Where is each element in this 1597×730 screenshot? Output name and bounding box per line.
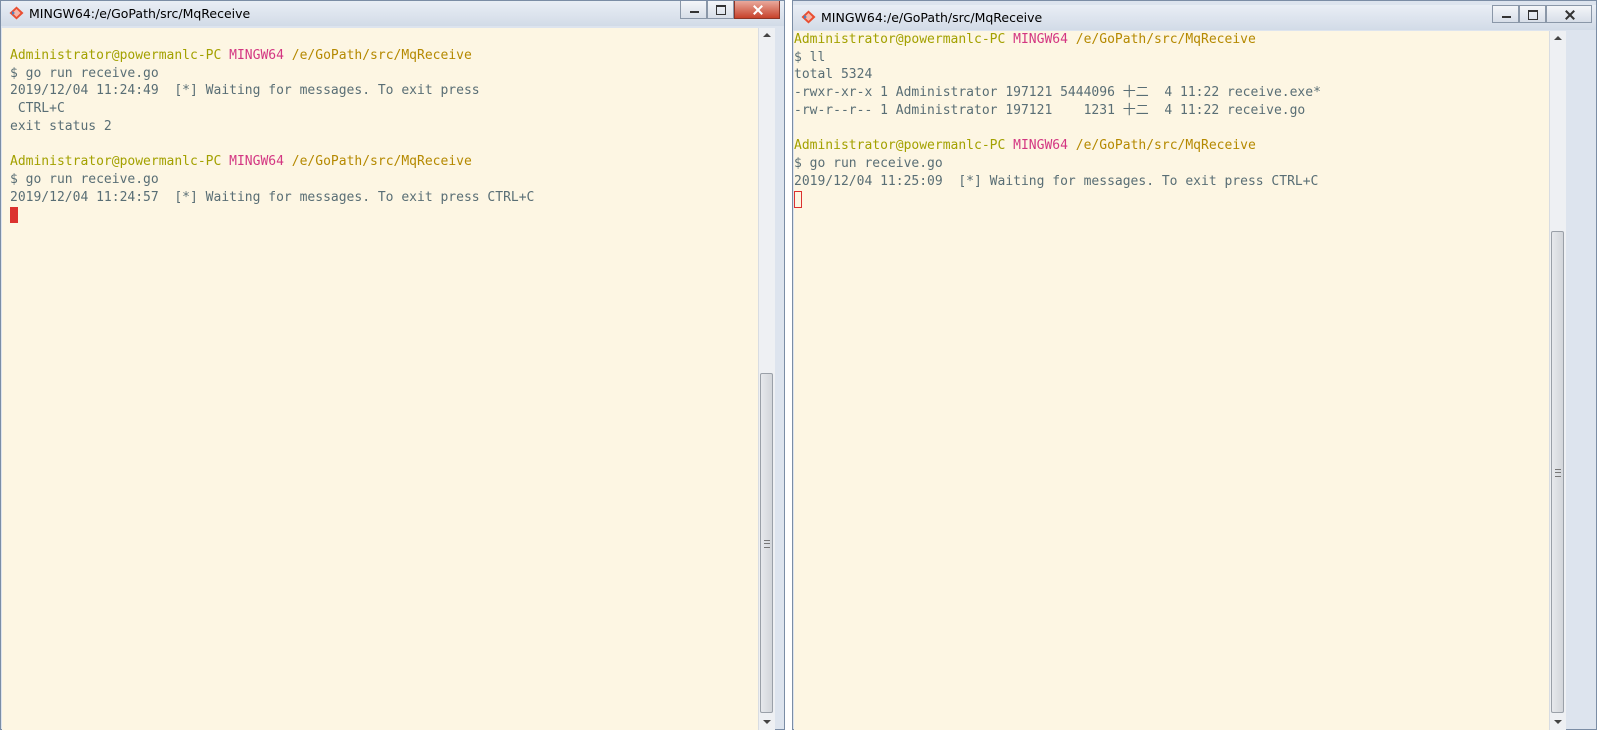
maximize-icon — [708, 1, 733, 18]
output-line: -rwxr-xr-x 1 Administrator 197121 544409… — [794, 85, 1321, 101]
output-line: 2019/12/04 11:24:49 [*] Waiting for mess… — [10, 83, 480, 99]
scroll-down-arrow-icon[interactable] — [759, 714, 775, 730]
command-line: $ go run receive.go — [10, 65, 159, 81]
vertical-scrollbar[interactable] — [1549, 31, 1566, 730]
scroll-up-arrow-icon[interactable] — [759, 28, 775, 44]
maximize-button[interactable] — [1519, 5, 1546, 23]
close-button[interactable] — [734, 1, 780, 19]
prompt-path: /e/GoPath/src/MqReceive — [1075, 32, 1256, 47]
scroll-thumb[interactable] — [1551, 231, 1564, 713]
window-controls — [680, 1, 780, 21]
grip-icon — [1555, 469, 1561, 477]
terminal-window-left[interactable]: MINGW64:/e/GoPath/src/MqReceive Administ… — [0, 0, 785, 730]
window-title: MINGW64:/e/GoPath/src/MqReceive — [821, 10, 1043, 25]
prompt-line: Administrator@powermanlc-PC MINGW64 /e/G… — [794, 31, 1549, 49]
prompt-user-host: Administrator@powermanlc-PC — [10, 48, 222, 63]
prompt-line: Administrator@powermanlc-PC MINGW64 /e/G… — [10, 47, 758, 65]
output-line: 2019/12/04 11:25:09 [*] Waiting for mess… — [794, 173, 1319, 189]
close-icon — [1547, 6, 1591, 22]
cursor-line — [794, 190, 1549, 209]
prompt-system: MINGW64 — [1013, 32, 1068, 47]
minimize-icon — [681, 1, 706, 18]
git-bash-icon — [9, 6, 24, 20]
terminal-window-right[interactable]: MINGW64:/e/GoPath/src/MqReceive Administ… — [792, 0, 1597, 730]
scroll-thumb[interactable] — [760, 373, 773, 713]
window-title: MINGW64:/e/GoPath/src/MqReceive — [29, 6, 251, 21]
output-line: CTRL+C — [10, 101, 65, 117]
scroll-up-arrow-icon[interactable] — [1550, 31, 1566, 47]
output-line: total 5324 — [794, 67, 873, 83]
prompt-path: /e/GoPath/src/MqReceive — [291, 48, 472, 63]
minimize-button[interactable] — [680, 1, 707, 19]
maximize-button[interactable] — [707, 1, 734, 19]
minimize-icon — [1493, 6, 1518, 22]
prompt-system: MINGW64 — [229, 154, 284, 170]
grip-icon — [764, 540, 770, 548]
scroll-down-arrow-icon[interactable] — [1550, 714, 1566, 730]
command-line: $ go run receive.go — [794, 155, 943, 171]
title-bar[interactable]: MINGW64:/e/GoPath/src/MqReceive — [1, 1, 784, 26]
prompt-line: Administrator@powermanlc-PC MINGW64 /e/G… — [794, 137, 1549, 155]
prompt-system: MINGW64 — [1013, 138, 1068, 154]
prompt-user-host: Administrator@powermanlc-PC — [794, 32, 1006, 47]
prompt-user-host: Administrator@powermanlc-PC — [794, 138, 1006, 154]
window-controls — [1492, 5, 1592, 25]
prompt-line: Administrator@powermanlc-PC MINGW64 /e/G… — [10, 153, 758, 171]
output-line: exit status 2 — [10, 118, 112, 134]
minimize-button[interactable] — [1492, 5, 1519, 23]
command-line: $ go run receive.go — [10, 171, 159, 187]
vertical-scrollbar[interactable] — [758, 28, 775, 730]
prompt-system: MINGW64 — [229, 48, 284, 63]
maximize-icon — [1520, 6, 1545, 22]
close-button[interactable] — [1546, 5, 1592, 23]
terminal-output[interactable]: Administrator@powermanlc-PC MINGW64 /e/G… — [2, 28, 758, 730]
output-line: -rw-r--r-- 1 Administrator 197121 1231 十… — [794, 102, 1306, 118]
prompt-user-host: Administrator@powermanlc-PC — [10, 154, 222, 170]
prompt-path: /e/GoPath/src/MqReceive — [1075, 138, 1256, 154]
command-line: $ ll — [794, 49, 826, 65]
close-icon — [735, 1, 779, 18]
output-line: 2019/12/04 11:24:57 [*] Waiting for mess… — [10, 189, 535, 205]
prompt-path: /e/GoPath/src/MqReceive — [291, 154, 472, 170]
terminal-cursor — [794, 191, 802, 209]
terminal-cursor — [10, 207, 18, 224]
title-bar[interactable]: MINGW64:/e/GoPath/src/MqReceive — [793, 5, 1596, 30]
terminal-output[interactable]: Administrator@powermanlc-PC MINGW64 /e/G… — [794, 31, 1549, 730]
cursor-line — [10, 206, 758, 224]
git-bash-icon — [801, 10, 816, 24]
